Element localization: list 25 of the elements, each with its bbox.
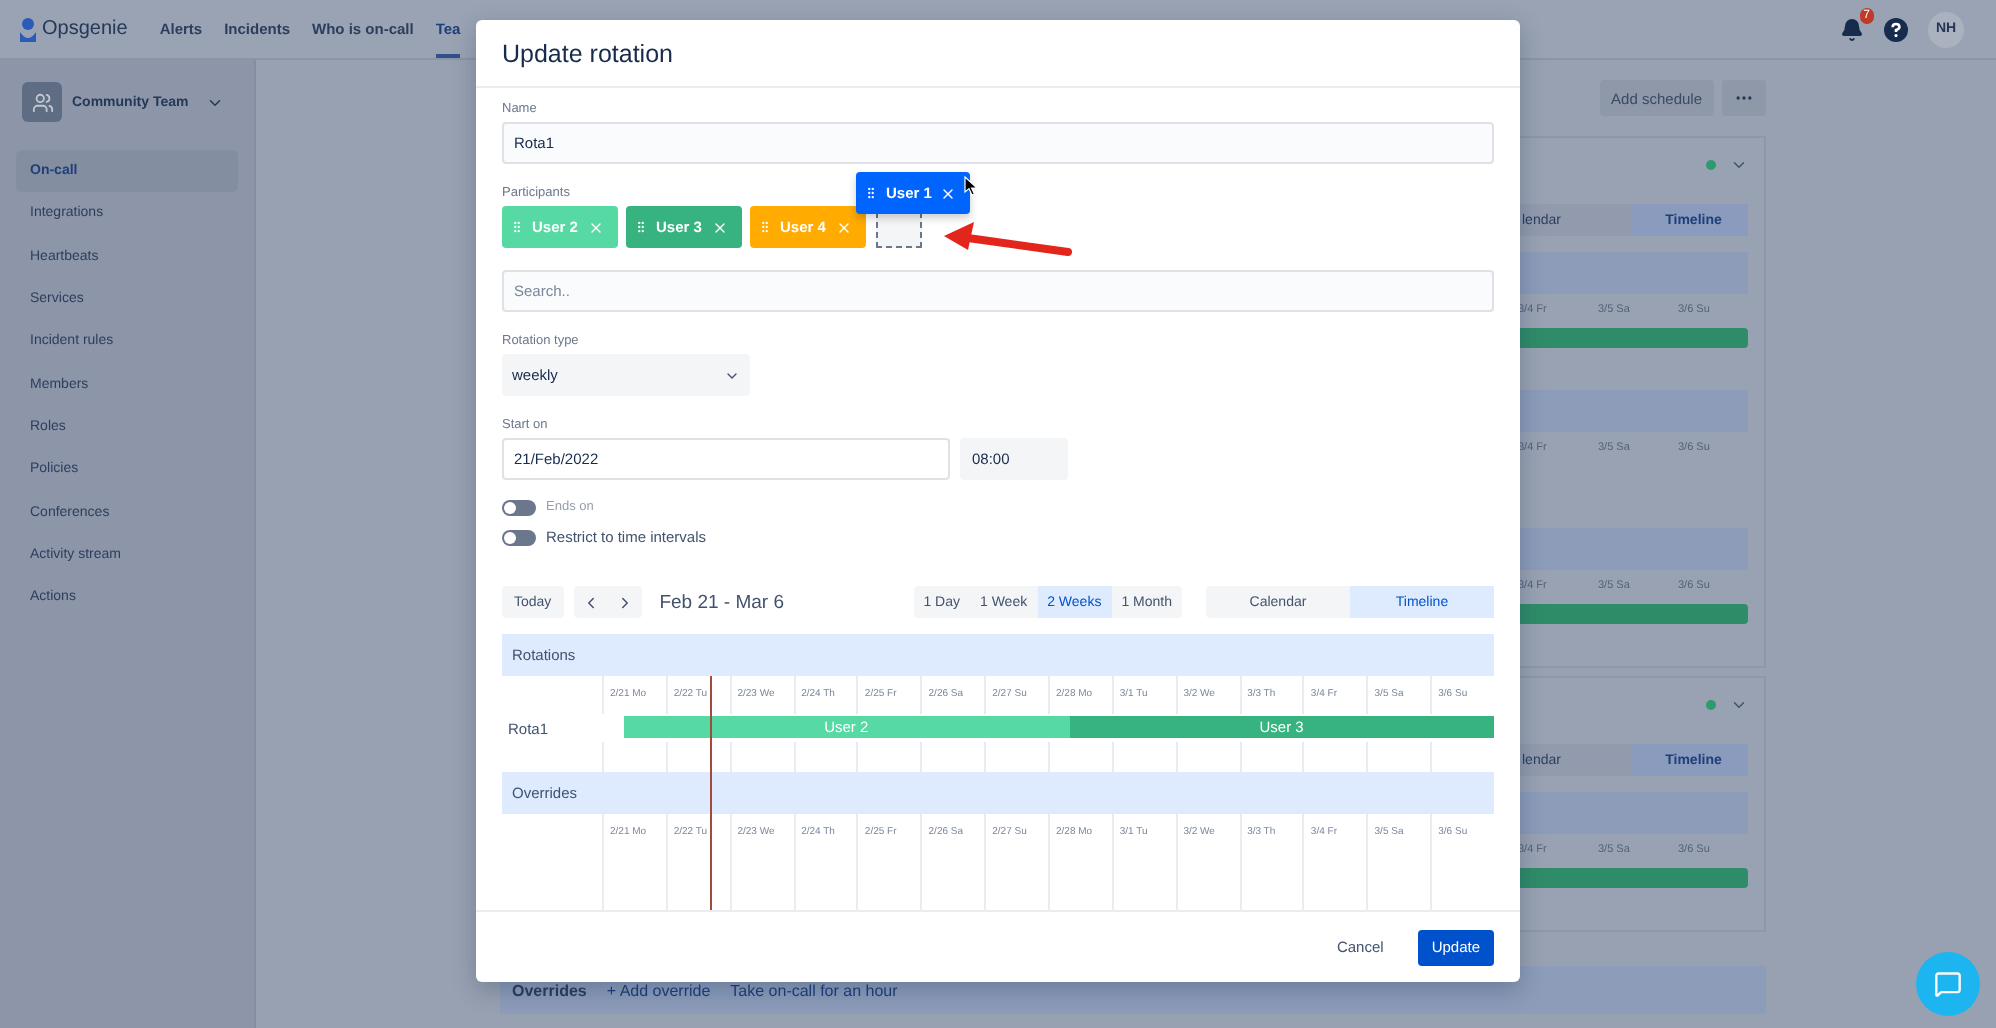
dialog-title: Update rotation — [502, 39, 673, 67]
remove-icon[interactable] — [940, 185, 956, 201]
status-dot — [1706, 699, 1716, 709]
more-button[interactable] — [1722, 80, 1766, 116]
status-dot — [1706, 159, 1716, 169]
team-icon — [22, 82, 62, 122]
date-range: Feb 21 - Mar 6 — [659, 591, 784, 613]
logo-text: Opsgenie — [42, 18, 128, 40]
remove-icon[interactable] — [712, 219, 728, 235]
toggle-switch[interactable] — [502, 529, 536, 545]
chat-icon — [1934, 970, 1962, 998]
drag-handle-icon[interactable] — [758, 220, 772, 234]
drag-handle-icon[interactable] — [634, 220, 648, 234]
cursor-icon — [964, 176, 978, 196]
drag-handle-icon[interactable] — [864, 186, 878, 200]
overrides-link[interactable]: + Add override — [606, 981, 711, 999]
drop-placeholder — [876, 212, 922, 248]
overrides-link[interactable]: Take on-call for an hour — [730, 981, 898, 999]
pointer-arrow — [940, 220, 1072, 260]
notification-icon[interactable] — [1840, 17, 1864, 41]
drag-handle-icon[interactable] — [510, 220, 524, 234]
chat-button[interactable] — [1916, 952, 1980, 1016]
help-icon[interactable] — [1884, 17, 1908, 41]
logo-icon — [20, 17, 36, 41]
overrides-title: Overrides — [512, 981, 587, 999]
